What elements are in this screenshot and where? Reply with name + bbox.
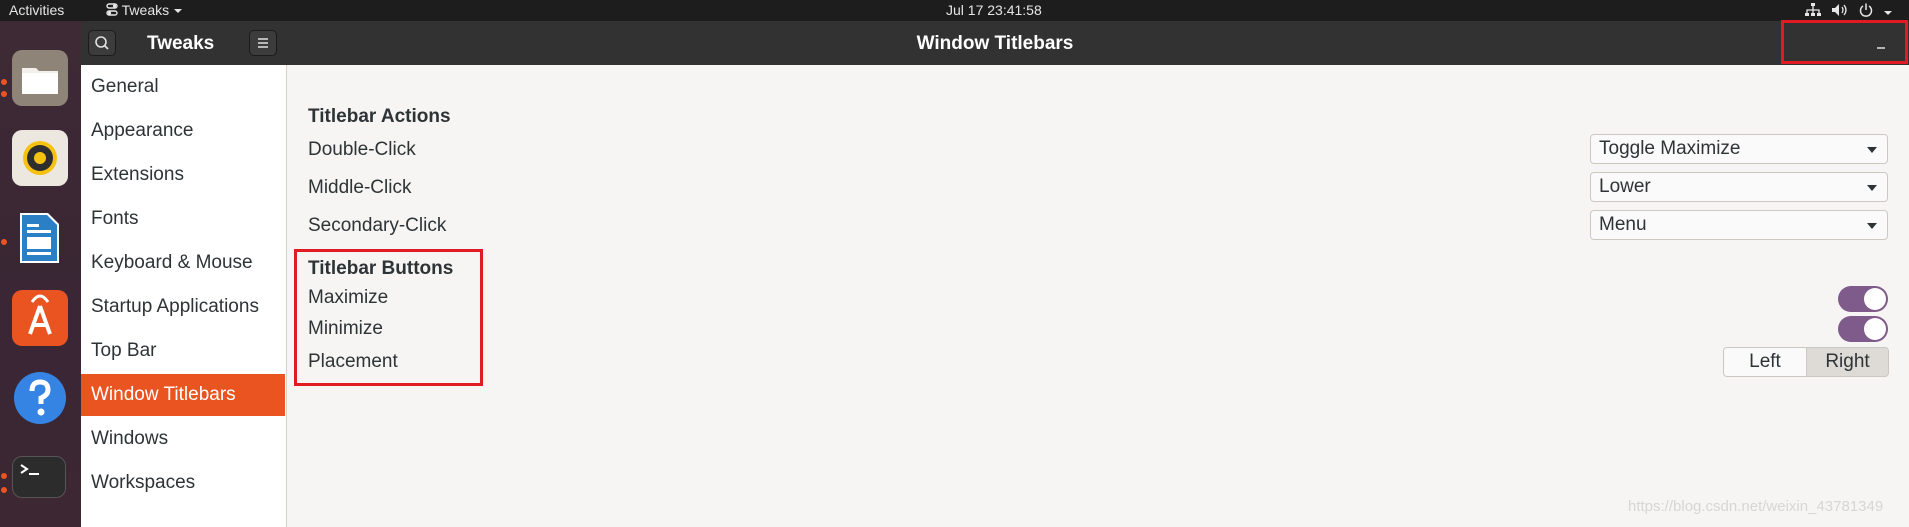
maximize-label: Maximize: [308, 287, 389, 308]
sidebar: General Appearance Extensions Fonts Keyb…: [81, 65, 287, 527]
sidebar-item-windows[interactable]: Windows: [81, 418, 285, 460]
sidebar-item-extensions[interactable]: Extensions: [81, 154, 285, 196]
header-bar: Tweaks Window Titlebars: [81, 20, 1909, 65]
system-top-bar: Activities Tweaks Jul 17 23:41:58: [0, 0, 1909, 21]
folder-icon: [22, 68, 58, 94]
power-icon: [1859, 3, 1873, 17]
double-click-label: Double-Click: [308, 139, 416, 160]
system-status-area[interactable]: [1805, 3, 1893, 20]
toggle-knob: [1864, 288, 1886, 310]
rhythmbox-icon: [23, 141, 57, 175]
tweaks-icon: [106, 3, 118, 16]
chevron-down-icon: [174, 9, 182, 13]
placement-label: Placement: [308, 351, 398, 372]
maximize-toggle[interactable]: [1838, 286, 1888, 312]
help-launcher[interactable]: [12, 370, 68, 426]
dropdown-value: Toggle Maximize: [1599, 138, 1741, 159]
dock: [0, 21, 81, 527]
libreoffice-writer-launcher[interactable]: [12, 210, 68, 266]
sidebar-item-top-bar[interactable]: Top Bar: [81, 330, 285, 372]
running-indicator: [1, 239, 7, 245]
double-click-dropdown[interactable]: Toggle Maximize: [1590, 134, 1888, 164]
sidebar-item-fonts[interactable]: Fonts: [81, 198, 285, 240]
software-launcher[interactable]: [12, 290, 68, 346]
minimize-toggle[interactable]: [1838, 316, 1888, 342]
app-menu-label: Tweaks: [121, 2, 170, 18]
dropdown-arrow-icon: [1867, 147, 1877, 153]
toggle-knob: [1864, 318, 1886, 340]
dropdown-arrow-icon: [1867, 185, 1877, 191]
activities-button[interactable]: Activities: [9, 2, 64, 18]
middle-click-label: Middle-Click: [308, 177, 412, 198]
placement-left-button[interactable]: Left: [1723, 347, 1807, 377]
dropdown-value: Menu: [1599, 214, 1647, 235]
sidebar-item-general[interactable]: General: [81, 66, 285, 108]
writer-icon: [20, 213, 59, 263]
watermark: https://blog.csdn.net/weixin_43781349: [1628, 498, 1884, 515]
running-indicator: [1, 473, 7, 479]
titlebar-buttons-heading: Titlebar Buttons: [308, 258, 454, 279]
app-menu[interactable]: Tweaks: [106, 2, 183, 18]
sidebar-item-keyboard-mouse[interactable]: Keyboard & Mouse: [81, 242, 285, 284]
titlebar-actions-heading: Titlebar Actions: [308, 106, 451, 127]
chevron-down-icon: [1883, 11, 1892, 15]
clock[interactable]: Jul 17 23:41:58: [946, 2, 1042, 18]
minimize-label: Minimize: [308, 318, 383, 339]
software-store-icon: [28, 294, 52, 335]
sidebar-item-startup-applications[interactable]: Startup Applications: [81, 286, 285, 328]
terminal-launcher[interactable]: [12, 456, 66, 498]
dropdown-value: Lower: [1599, 176, 1651, 197]
window-title: Window Titlebars: [916, 33, 1074, 54]
help-icon: [14, 372, 66, 424]
dropdown-arrow-icon: [1867, 223, 1877, 229]
terminal-icon: [20, 464, 39, 475]
volume-icon: [1831, 4, 1847, 16]
sidebar-item-window-titlebars[interactable]: Window Titlebars: [81, 374, 285, 416]
placement-right-button[interactable]: Right: [1806, 347, 1889, 377]
sidebar-item-appearance[interactable]: Appearance: [81, 110, 285, 152]
secondary-click-dropdown[interactable]: Menu: [1590, 210, 1888, 240]
running-indicator: [1, 91, 7, 97]
network-icon: [1805, 3, 1821, 16]
files-launcher[interactable]: [12, 50, 68, 106]
secondary-click-label: Secondary-Click: [308, 215, 447, 236]
running-indicator: [1, 79, 7, 85]
middle-click-dropdown[interactable]: Lower: [1590, 172, 1888, 202]
highlight-box-window-controls: [1781, 20, 1908, 64]
sidebar-item-workspaces[interactable]: Workspaces: [81, 462, 285, 504]
running-indicator: [1, 487, 7, 493]
rhythmbox-launcher[interactable]: [12, 130, 68, 186]
